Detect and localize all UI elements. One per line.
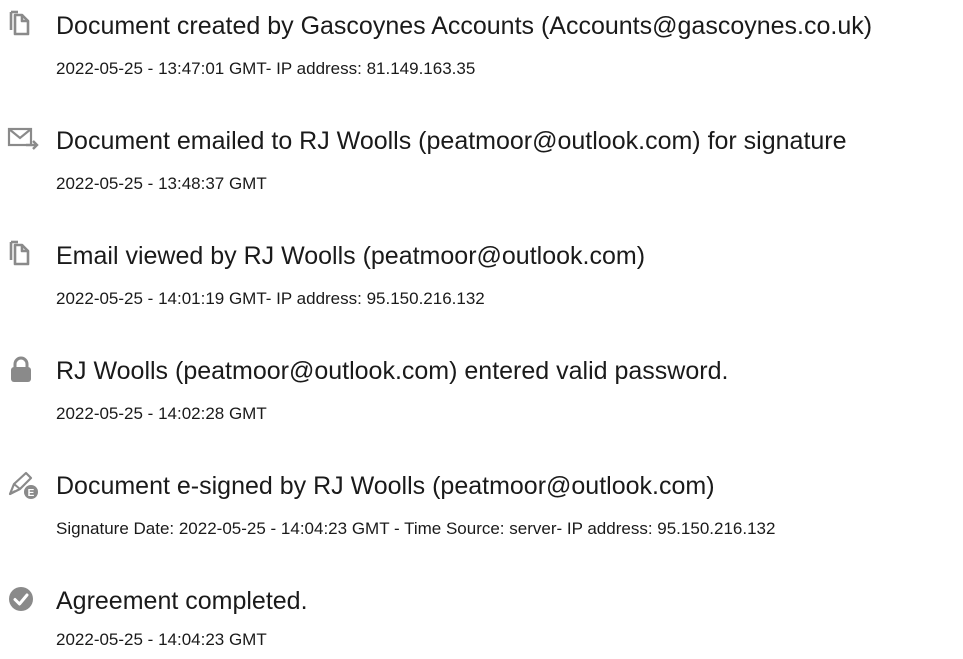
audit-event-password-entered: RJ Woolls (peatmoor@outlook.com) entered… bbox=[0, 349, 963, 429]
event-detail: 2022-05-25 - 14:04:23 GMT bbox=[56, 630, 267, 649]
audit-event-document-created: Document created by Gascoynes Accounts (… bbox=[0, 4, 963, 84]
audit-event-agreement-completed: Agreement completed. 2022-05-25 - 14:04:… bbox=[0, 579, 963, 659]
email-send-icon bbox=[6, 125, 40, 155]
checkmark-circle-icon bbox=[6, 584, 40, 614]
event-title: RJ Woolls (peatmoor@outlook.com) entered… bbox=[56, 357, 729, 385]
esign-pen-icon: E bbox=[6, 470, 40, 500]
audit-event-document-esigned: E Document e-signed by RJ Woolls (peatmo… bbox=[0, 464, 963, 544]
event-detail: 2022-05-25 - 13:48:37 GMT bbox=[56, 174, 267, 193]
event-title: Document e-signed by RJ Woolls (peatmoor… bbox=[56, 472, 715, 500]
audit-event-email-viewed: Email viewed by RJ Woolls (peatmoor@outl… bbox=[0, 234, 963, 314]
event-title: Agreement completed. bbox=[56, 587, 308, 615]
lock-icon bbox=[6, 354, 40, 384]
event-detail: 2022-05-25 - 14:01:19 GMT- IP address: 9… bbox=[56, 289, 485, 308]
document-icon bbox=[6, 240, 40, 270]
event-detail: 2022-05-25 - 13:47:01 GMT- IP address: 8… bbox=[56, 59, 476, 78]
event-detail: Signature Date: 2022-05-25 - 14:04:23 GM… bbox=[56, 519, 776, 538]
event-title: Email viewed by RJ Woolls (peatmoor@outl… bbox=[56, 242, 646, 270]
event-title: Document created by Gascoynes Accounts (… bbox=[56, 12, 873, 40]
esign-letter: E bbox=[28, 488, 35, 499]
event-title: Document emailed to RJ Woolls (peatmoor@… bbox=[56, 127, 847, 155]
document-icon bbox=[6, 10, 40, 40]
event-detail: 2022-05-25 - 14:02:28 GMT bbox=[56, 404, 267, 423]
audit-event-document-emailed: Document emailed to RJ Woolls (peatmoor@… bbox=[0, 119, 963, 199]
